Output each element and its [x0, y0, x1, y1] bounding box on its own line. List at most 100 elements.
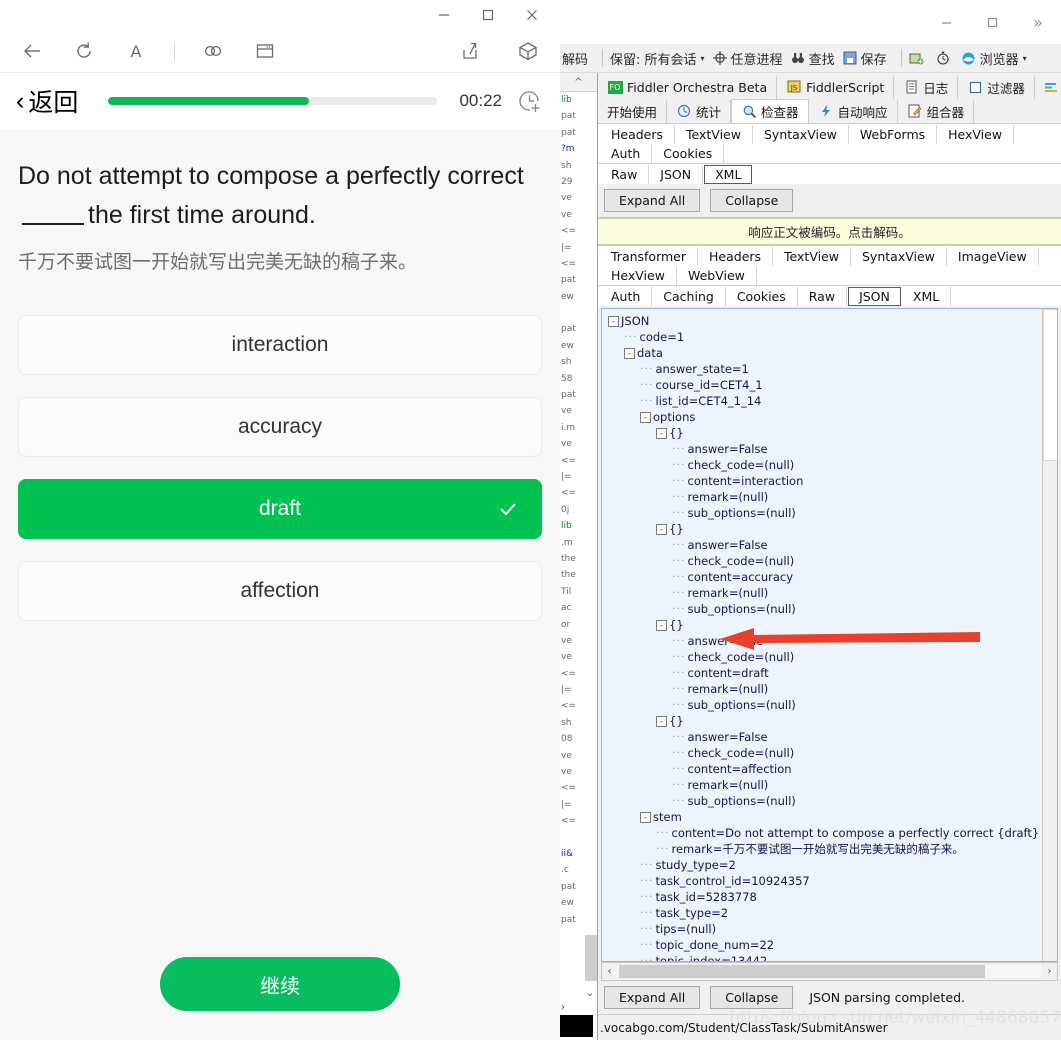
json-tree-node[interactable]: ··· sub_options=(null)	[608, 505, 1057, 521]
session-row[interactable]: <=	[561, 698, 597, 714]
session-row[interactable]: <=	[561, 780, 597, 796]
response-tab-xml[interactable]: XML	[902, 287, 952, 306]
response-tab-syntaxview[interactable]: SyntaxView	[851, 247, 947, 266]
request-expand-all-button[interactable]: Expand All	[604, 189, 701, 212]
request-tab-headers[interactable]: Headers	[600, 125, 676, 144]
session-scroll-down-icon[interactable]: ⌄	[583, 985, 597, 1001]
toolbar-item-5[interactable]: 保存	[842, 49, 887, 68]
session-row[interactable]: ve	[561, 633, 597, 649]
fiddler-minimize-button[interactable]	[923, 7, 969, 37]
response-tab-raw[interactable]: Raw	[798, 287, 848, 306]
tree-collapse-toggle[interactable]: -	[656, 523, 667, 535]
tree-collapse-toggle[interactable]: -	[656, 427, 667, 439]
json-tree-node[interactable]: -{}	[608, 617, 1057, 633]
hscroll-track[interactable]	[617, 965, 1042, 978]
minimize-button[interactable]	[422, 1, 466, 29]
session-row[interactable]: pat	[561, 387, 597, 403]
response-tab-imageview[interactable]: ImageView	[947, 247, 1039, 266]
font-size-icon[interactable]: A	[122, 37, 150, 65]
response-inspector-tabs-row-2[interactable]: Auth Caching Cookies Raw JSON XML	[598, 285, 1061, 306]
json-tree-node[interactable]: ··· task_id=5283778	[608, 889, 1057, 905]
session-row[interactable]: ve	[561, 403, 597, 419]
session-row[interactable]: ac	[561, 600, 597, 616]
json-tree-node[interactable]: ··· check_code=(null)	[608, 553, 1057, 569]
tab-组合器[interactable]: 组合器	[898, 99, 975, 123]
toolbar-item-7[interactable]	[935, 50, 954, 66]
response-tab-textview[interactable]: TextView	[773, 247, 851, 266]
request-tab-textview[interactable]: TextView	[675, 125, 753, 144]
json-tree-node[interactable]: ··· remark=(null)	[608, 489, 1057, 505]
session-row[interactable]: |=	[561, 240, 597, 256]
refresh-icon[interactable]	[70, 37, 98, 65]
session-row[interactable]: ve	[561, 207, 597, 223]
request-tab-auth[interactable]: Auth	[600, 144, 653, 163]
session-row[interactable]: ve	[561, 436, 597, 452]
session-row[interactable]: pat	[561, 321, 597, 337]
session-row[interactable]: 0j	[561, 502, 597, 518]
session-row[interactable]: <=	[561, 813, 597, 829]
session-row[interactable]: 29	[561, 174, 597, 190]
request-inspector-tabs-row-2[interactable]: Raw JSON XML	[598, 163, 1061, 184]
tree-collapse-toggle[interactable]: -	[608, 315, 619, 327]
json-tree-node[interactable]: ··· remark=千万不要试图一开始就写出完美无缺的稿子来。	[608, 841, 1057, 857]
json-tree-node[interactable]: ··· tips=(null)	[608, 921, 1057, 937]
fiddler-tabs-row-1[interactable]: FO Fiddler Orchestra Beta JS FiddlerScript 日…	[598, 75, 1061, 99]
toolbar-item-6[interactable]	[909, 50, 928, 66]
request-tab-cookies[interactable]: Cookies	[652, 144, 725, 163]
fiddler-maximize-button[interactable]	[969, 7, 1015, 37]
request-inspector-tabs-row-1[interactable]: Headers TextView SyntaxView WebForms HexView…	[598, 123, 1061, 163]
json-tree-node[interactable]: ··· sub_options=(null)	[608, 697, 1057, 713]
response-collapse-button[interactable]: Collapse	[710, 986, 794, 1009]
toolbar-item-3[interactable]: 任意进程	[712, 49, 783, 68]
json-tree-node[interactable]: ··· remark=(null)	[608, 681, 1057, 697]
json-tree-node[interactable]: ··· content=draft	[608, 665, 1057, 681]
session-row[interactable]: ew	[561, 895, 597, 911]
json-tree-node[interactable]: ··· topic_index=13442	[608, 953, 1057, 961]
tab-检查器[interactable]: 检查器	[731, 99, 809, 123]
json-tree-node[interactable]: - stem	[608, 809, 1057, 825]
session-list-header[interactable]: ^	[560, 73, 597, 92]
answer-option-4[interactable]: affection	[18, 561, 542, 621]
session-row[interactable]: sh	[561, 715, 597, 731]
session-row[interactable]: ew	[561, 338, 597, 354]
close-button[interactable]	[510, 1, 554, 29]
json-tree-node[interactable]: ··· list_id=CET4_1_14	[608, 393, 1057, 409]
json-tree-node[interactable]: - JSON	[608, 313, 1057, 329]
tree-collapse-toggle[interactable]: -	[624, 347, 635, 359]
json-tree-node[interactable]: ··· check_code=(null)	[608, 457, 1057, 473]
hscroll-right-arrow[interactable]: ›	[1042, 966, 1057, 977]
response-expand-all-button[interactable]: Expand All	[604, 986, 701, 1009]
share-icon[interactable]	[456, 37, 484, 65]
json-tree-node[interactable]: -{}	[608, 521, 1057, 537]
session-row[interactable]: <=	[561, 223, 597, 239]
json-tree-pane[interactable]: - JSON ··· code=1- data ··· answer_state=1 ··· c…	[601, 308, 1058, 962]
request-tab-json[interactable]: JSON	[649, 165, 704, 184]
cube-icon[interactable]	[514, 37, 542, 65]
session-row[interactable]: the	[561, 551, 597, 567]
tree-collapse-toggle[interactable]: -	[656, 619, 667, 631]
json-tree-node[interactable]: ··· answer=True	[608, 633, 1057, 649]
response-tab-transformer[interactable]: Transformer	[600, 247, 699, 266]
tab-时间轴[interactable]: 时间轴	[1035, 76, 1061, 99]
json-tree-node[interactable]: ··· code=1	[608, 329, 1057, 345]
response-tab-hexview[interactable]: HexView	[600, 266, 677, 285]
link-icon[interactable]	[199, 37, 227, 65]
request-tab-hexview[interactable]: HexView	[937, 125, 1015, 144]
session-row[interactable]: ve	[561, 649, 597, 665]
response-tab-auth[interactable]: Auth	[600, 287, 653, 306]
request-tab-syntaxview[interactable]: SyntaxView	[753, 125, 849, 144]
json-tree-node[interactable]: ··· answer_state=1	[608, 361, 1057, 377]
session-row[interactable]: the	[561, 567, 597, 583]
json-tree-node[interactable]: -{}	[608, 425, 1057, 441]
json-tree-node[interactable]: ··· task_type=2	[608, 905, 1057, 921]
tab-Fiddler Orchestra Beta[interactable]: FO Fiddler Orchestra Beta	[598, 75, 778, 99]
session-hscroll-left[interactable]: ›	[561, 1002, 565, 1013]
toolbar-item-1[interactable]: 解码	[562, 49, 588, 68]
hscroll-thumb[interactable]	[619, 965, 985, 978]
session-row[interactable]: 08	[561, 731, 597, 747]
tree-collapse-toggle[interactable]: -	[640, 411, 651, 423]
json-tree[interactable]: - JSON ··· code=1- data ··· answer_state=1 ··· c…	[602, 309, 1057, 961]
session-row[interactable]: Til	[561, 584, 597, 600]
json-tree-node[interactable]: ··· study_type=2	[608, 857, 1057, 873]
session-row[interactable]: or	[561, 617, 597, 633]
